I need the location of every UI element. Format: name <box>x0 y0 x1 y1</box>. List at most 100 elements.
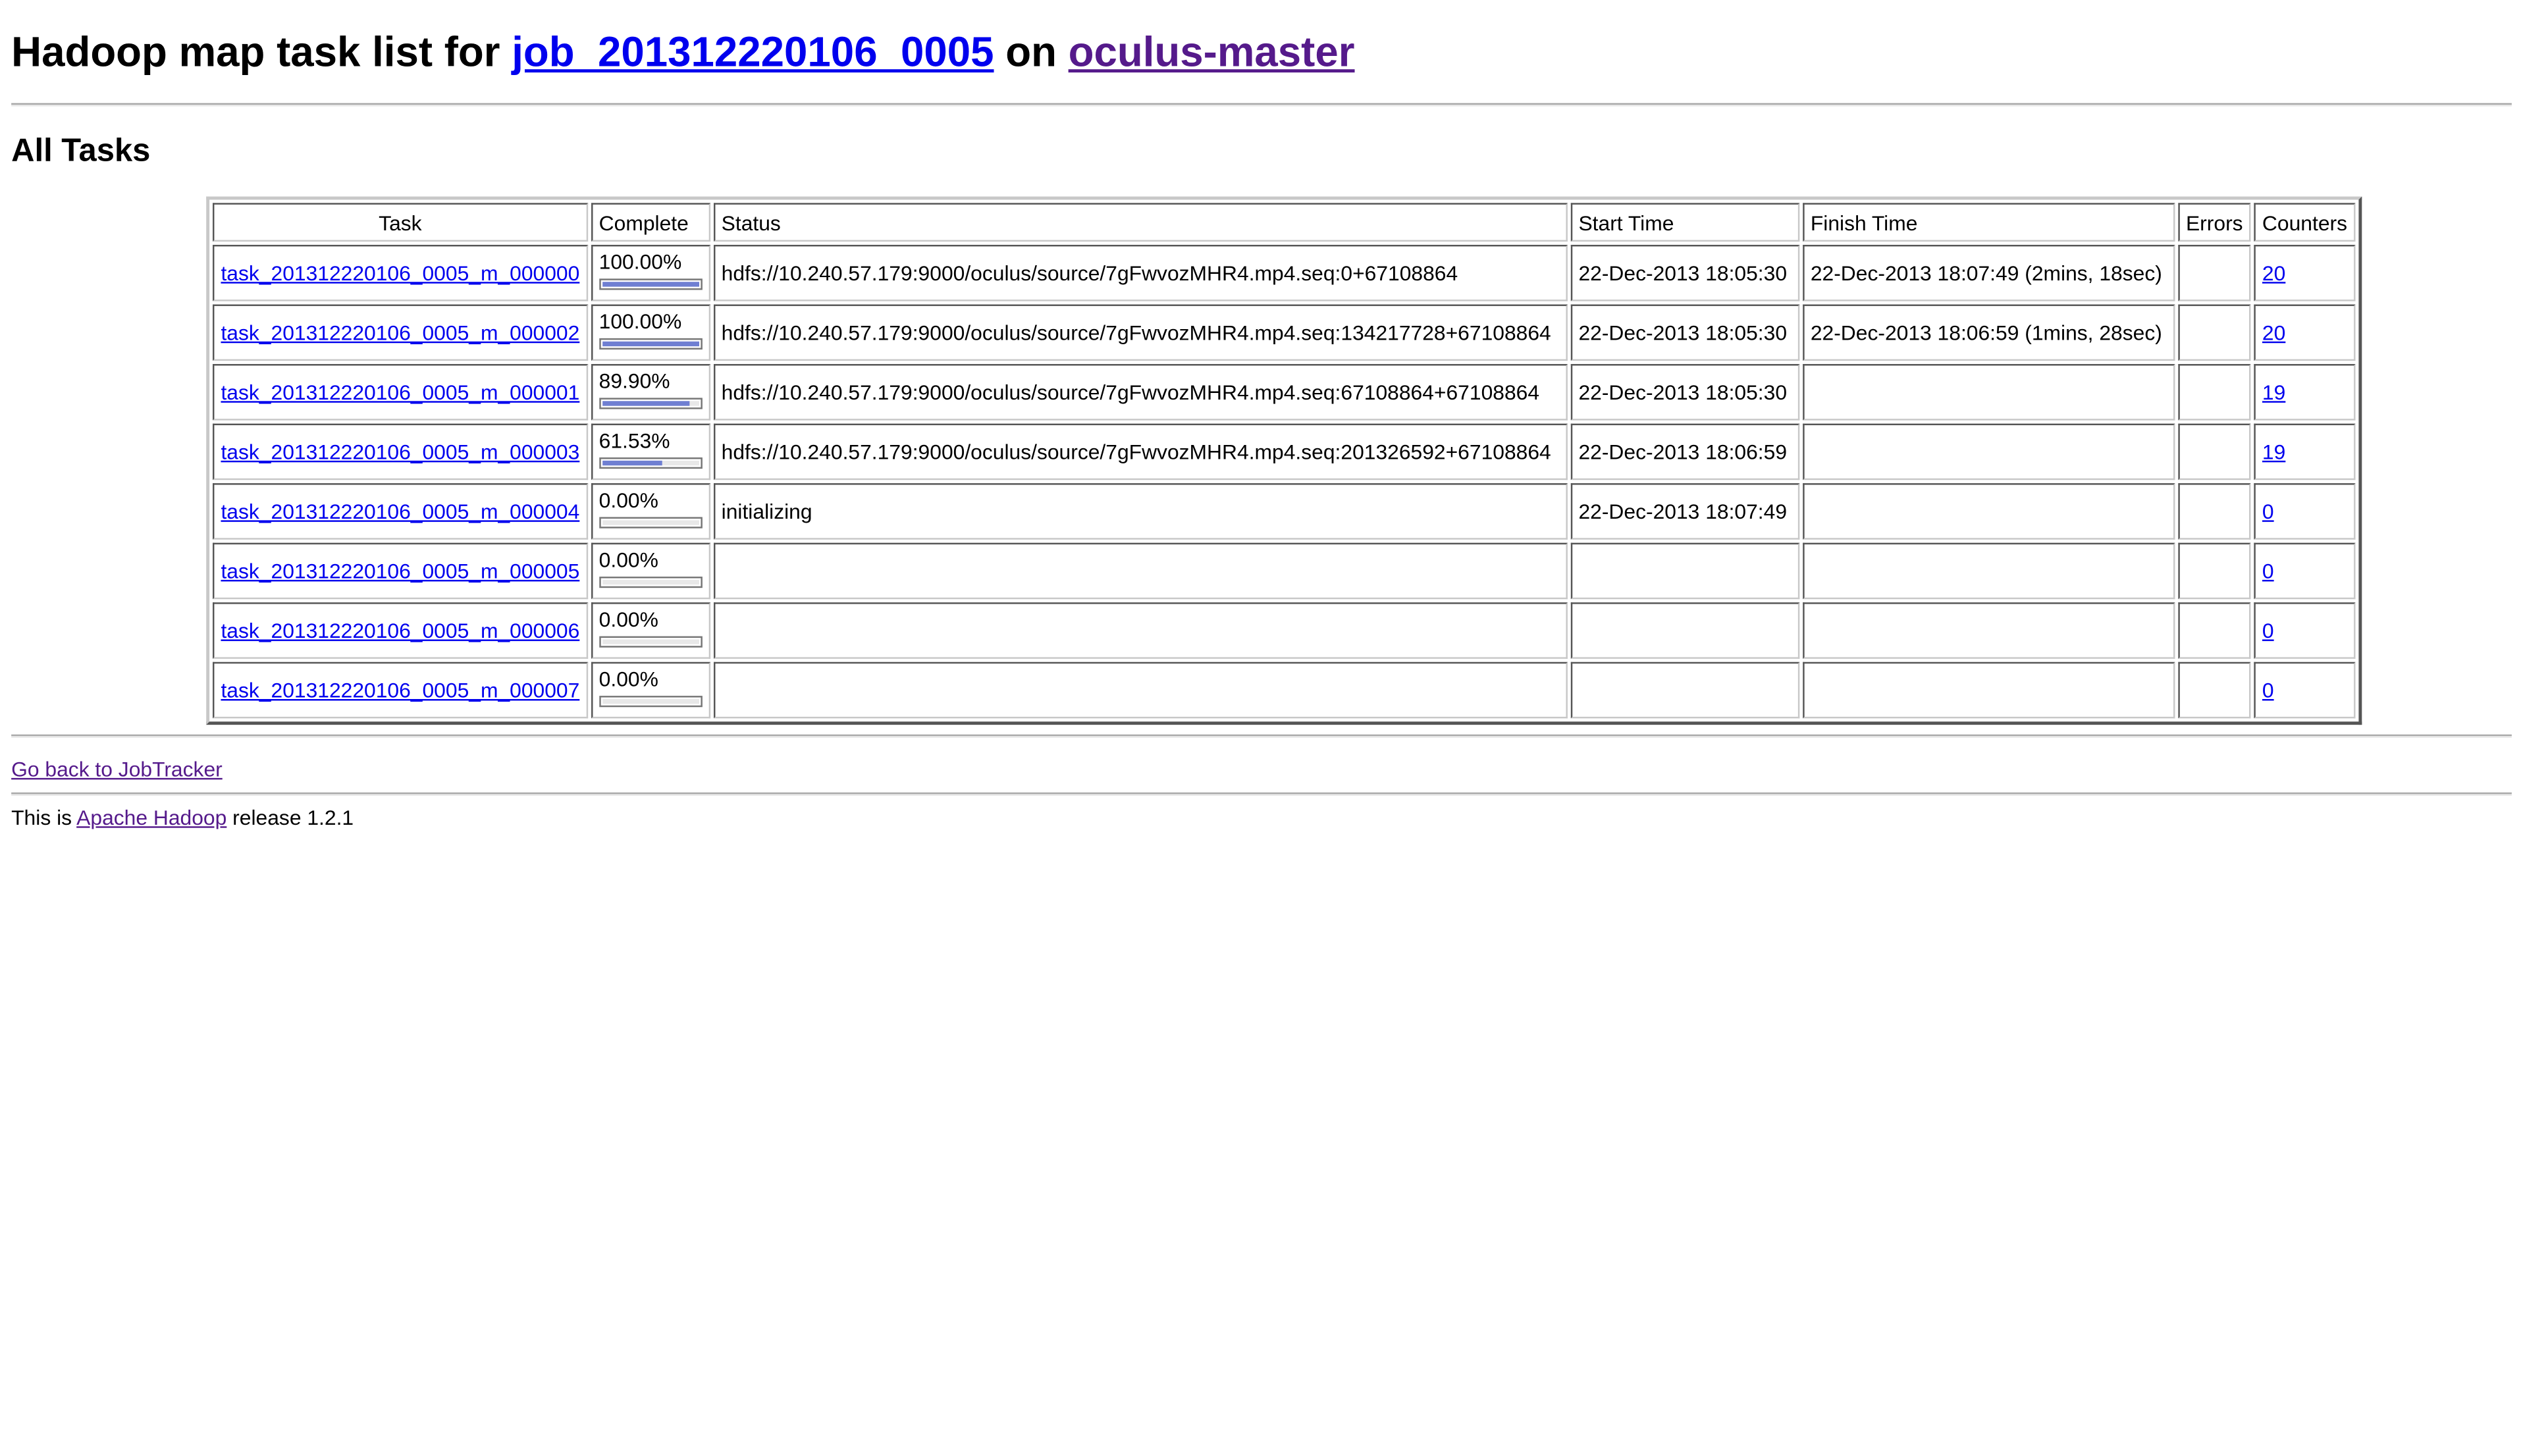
cell-errors <box>2177 602 2251 659</box>
column-header-start-time: Start Time <box>1570 203 1799 242</box>
cell-complete: 0.00% <box>591 483 710 540</box>
release-prefix: This is <box>11 805 77 830</box>
cell-status: hdfs://10.240.57.179:9000/oculus/source/… <box>713 423 1568 481</box>
cell-start-time: 22-Dec-2013 18:07:49 <box>1570 483 1799 540</box>
cell-counters: 0 <box>2254 662 2356 719</box>
counters-link[interactable]: 0 <box>2262 619 2274 643</box>
cell-complete: 0.00% <box>591 602 710 659</box>
page-title: Hadoop map task list for job_20131222010… <box>11 0 2512 77</box>
task-link[interactable]: task_201312220106_0005_m_000004 <box>221 500 579 524</box>
title-prefix: Hadoop map task list for <box>11 27 512 76</box>
host-link[interactable]: oculus-master <box>1069 28 1355 76</box>
cell-counters: 0 <box>2254 542 2356 600</box>
task-link[interactable]: task_201312220106_0005_m_000007 <box>221 678 579 702</box>
table-row: task_201312220106_0005_m_000001 89.90% hdf… <box>213 364 2356 421</box>
page: Hadoop map task list for job_20131222010… <box>0 0 2523 831</box>
counters-link[interactable]: 20 <box>2262 261 2285 285</box>
progress-bar <box>598 517 703 529</box>
cell-errors <box>2177 662 2251 719</box>
progress-bar-fill <box>602 341 699 347</box>
table-row: task_201312220106_0005_m_000003 61.53% hdf… <box>213 423 2356 481</box>
cell-status <box>713 662 1568 719</box>
cell-status <box>713 602 1568 659</box>
cell-finish-time <box>1802 602 2175 659</box>
cell-task: task_201312220106_0005_m_000004 <box>213 483 588 540</box>
complete-percent: 100.00% <box>598 249 682 274</box>
apache-hadoop-link[interactable]: Apache Hadoop <box>76 806 226 830</box>
progress-bar-fill <box>602 401 689 406</box>
complete-percent: 0.00% <box>598 488 658 513</box>
task-link[interactable]: task_201312220106_0005_m_000006 <box>221 619 579 643</box>
progress-bar-fill <box>602 460 662 466</box>
cell-status: hdfs://10.240.57.179:9000/oculus/source/… <box>713 244 1568 301</box>
cell-status <box>713 542 1568 600</box>
progress-bar <box>598 398 703 409</box>
task-link[interactable]: task_201312220106_0005_m_000001 <box>221 380 579 404</box>
cell-counters: 20 <box>2254 244 2356 301</box>
cell-errors <box>2177 483 2251 540</box>
cell-errors <box>2177 423 2251 481</box>
cell-errors <box>2177 244 2251 301</box>
section-heading: All Tasks <box>11 134 151 169</box>
divider-footer-bottom <box>11 792 2512 796</box>
cell-start-time <box>1570 662 1799 719</box>
cell-status: hdfs://10.240.57.179:9000/oculus/source/… <box>713 304 1568 361</box>
cell-status: hdfs://10.240.57.179:9000/oculus/source/… <box>713 364 1568 421</box>
task-link[interactable]: task_201312220106_0005_m_000002 <box>221 321 579 345</box>
progress-bar <box>598 457 703 469</box>
release-suffix: release 1.2.1 <box>226 805 354 830</box>
cell-status: initializing <box>713 483 1568 540</box>
counters-link[interactable]: 0 <box>2262 559 2274 583</box>
progress-bar <box>598 338 703 350</box>
back-to-jobtracker-link[interactable]: Go back to JobTracker <box>11 757 2512 783</box>
cell-task: task_201312220106_0005_m_000002 <box>213 304 588 361</box>
cell-finish-time <box>1802 364 2175 421</box>
cell-finish-time <box>1802 542 2175 600</box>
complete-percent: 89.90% <box>598 369 670 394</box>
cell-task: task_201312220106_0005_m_000005 <box>213 542 588 600</box>
cell-start-time <box>1570 602 1799 659</box>
counters-link[interactable]: 0 <box>2262 500 2274 524</box>
cell-errors <box>2177 304 2251 361</box>
complete-percent: 61.53% <box>598 428 670 453</box>
cell-complete: 0.00% <box>591 542 710 600</box>
complete-percent: 0.00% <box>598 547 658 572</box>
cell-start-time: 22-Dec-2013 18:05:30 <box>1570 244 1799 301</box>
task-table: Task Complete Status Start Time Finish T… <box>206 196 2362 725</box>
cell-task: task_201312220106_0005_m_000001 <box>213 364 588 421</box>
title-middle: on <box>994 27 1069 76</box>
counters-link[interactable]: 19 <box>2262 380 2285 404</box>
cell-counters: 20 <box>2254 304 2356 361</box>
cell-finish-time: 22-Dec-2013 18:06:59 (1mins, 28sec) <box>1802 304 2175 361</box>
task-link[interactable]: task_201312220106_0005_m_000003 <box>221 440 579 464</box>
cell-errors <box>2177 542 2251 600</box>
cell-task: task_201312220106_0005_m_000007 <box>213 662 588 719</box>
job-link[interactable]: job_201312220106_0005 <box>512 28 994 76</box>
task-link[interactable]: task_201312220106_0005_m_000000 <box>221 261 579 285</box>
progress-bar <box>598 636 703 648</box>
task-link[interactable]: task_201312220106_0005_m_000005 <box>221 559 579 583</box>
cell-finish-time <box>1802 423 2175 481</box>
cell-complete: 100.00% <box>591 244 710 301</box>
task-rows: task_201312220106_0005_m_000000 100.00% hd… <box>213 244 2356 719</box>
table-row: task_201312220106_0005_m_000006 0.00% 0 <box>213 602 2356 659</box>
cell-finish-time: 22-Dec-2013 18:07:49 (2mins, 18sec) <box>1802 244 2175 301</box>
counters-link[interactable]: 19 <box>2262 440 2285 464</box>
cell-start-time: 22-Dec-2013 18:05:30 <box>1570 304 1799 361</box>
progress-bar-fill <box>602 282 699 287</box>
counters-link[interactable]: 20 <box>2262 321 2285 345</box>
cell-start-time: 22-Dec-2013 18:05:30 <box>1570 364 1799 421</box>
table-row: task_201312220106_0005_m_000002 100.00% hd… <box>213 304 2356 361</box>
counters-link[interactable]: 0 <box>2262 678 2274 702</box>
cell-complete: 61.53% <box>591 423 710 481</box>
cell-task: task_201312220106_0005_m_000003 <box>213 423 588 481</box>
release-info: This is Apache Hadoop release 1.2.1 <box>11 806 2512 831</box>
cell-errors <box>2177 364 2251 421</box>
cell-counters: 19 <box>2254 423 2356 481</box>
cell-complete: 100.00% <box>591 304 710 361</box>
progress-bar <box>598 696 703 708</box>
column-header-complete: Complete <box>591 203 710 242</box>
divider-footer-top <box>11 734 2512 738</box>
cell-task: task_201312220106_0005_m_000006 <box>213 602 588 659</box>
cell-complete: 0.00% <box>591 662 710 719</box>
